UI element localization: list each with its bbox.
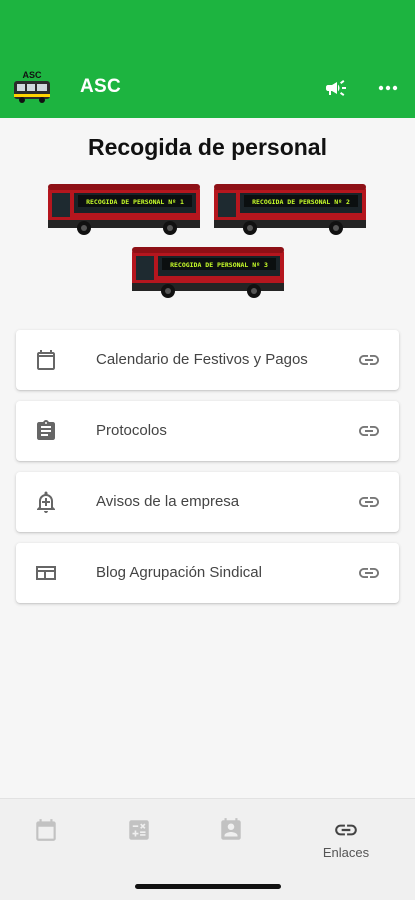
link-card-avisos[interactable]: Avisos de la empresa bbox=[16, 472, 399, 532]
nav-item-calendar[interactable] bbox=[6, 817, 86, 867]
link-icon bbox=[359, 426, 379, 436]
nav-item-enlaces[interactable]: Enlaces bbox=[306, 817, 386, 867]
link-icon bbox=[359, 497, 379, 507]
bus-sign-1: RECOGIDA DE PERSONAL Nº 1 bbox=[86, 198, 184, 206]
app-bar: ASC ASC bbox=[0, 0, 415, 118]
link-card-label: Protocolos bbox=[96, 422, 167, 439]
more-options-button[interactable] bbox=[374, 74, 402, 102]
page-title: Recogida de personal bbox=[87, 134, 327, 160]
nav-label-enlaces: Enlaces bbox=[322, 845, 370, 860]
calendar-icon bbox=[37, 350, 55, 370]
link-icon bbox=[335, 824, 357, 836]
bus-image-2: RECOGIDA DE PERSONAL Nº 2 bbox=[214, 184, 366, 235]
home-indicator[interactable] bbox=[135, 884, 281, 889]
more-horizontal-icon bbox=[378, 85, 398, 91]
link-icon bbox=[359, 355, 379, 365]
bus-image-1: RECOGIDA DE PERSONAL Nº 1 bbox=[48, 184, 200, 235]
link-card-label: Avisos de la empresa bbox=[96, 493, 240, 510]
nav-item-calculator[interactable] bbox=[99, 817, 179, 867]
app-logo-text: ASC bbox=[22, 70, 42, 80]
link-card-label: Blog Agrupación Sindical bbox=[96, 564, 262, 581]
app-logo-icon: ASC bbox=[14, 70, 50, 103]
badge-icon bbox=[221, 818, 241, 840]
clipboard-icon bbox=[37, 420, 55, 440]
notification-add-icon bbox=[37, 491, 55, 513]
calendar-icon bbox=[36, 819, 56, 841]
bus-sign-2: RECOGIDA DE PERSONAL Nº 2 bbox=[252, 198, 350, 206]
app-title: ASC bbox=[80, 76, 122, 97]
megaphone-icon bbox=[326, 80, 346, 96]
calculator-icon bbox=[129, 820, 149, 840]
link-card-protocolos[interactable]: Protocolos bbox=[16, 401, 399, 461]
bus-sign-3: RECOGIDA DE PERSONAL Nº 3 bbox=[170, 261, 268, 269]
link-card-calendario[interactable]: Calendario de Festivos y Pagos bbox=[16, 330, 399, 390]
link-card-blog[interactable]: Blog Agrupación Sindical bbox=[16, 543, 399, 603]
web-icon bbox=[36, 566, 56, 580]
link-card-label: Calendario de Festivos y Pagos bbox=[96, 351, 308, 368]
announcements-button[interactable] bbox=[322, 74, 350, 102]
link-icon bbox=[359, 568, 379, 578]
bus-image-3: RECOGIDA DE PERSONAL Nº 3 bbox=[132, 247, 284, 298]
nav-item-badge[interactable] bbox=[191, 817, 271, 867]
